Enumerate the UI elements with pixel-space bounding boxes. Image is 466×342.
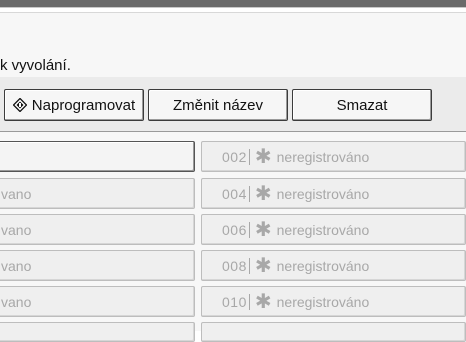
slot-left-1[interactable] (0, 141, 195, 172)
asterisk-icon: ✱ (254, 254, 272, 277)
asterisk-icon: ✱ (254, 218, 272, 241)
slot-012[interactable] (201, 322, 466, 342)
slot-002[interactable]: 002 ✱ neregistrováno (201, 141, 466, 172)
slot-separator (248, 185, 250, 202)
slot-label: neregistrováno (276, 148, 370, 165)
slot-separator (248, 221, 250, 238)
rename-button-label: Změnit název (172, 96, 264, 114)
slot-number: 008 (222, 257, 247, 274)
slot-number: 006 (222, 221, 247, 238)
slot-label: neregistrováno (276, 221, 370, 238)
slot-left-4[interactable]: vano (0, 250, 195, 281)
top-bar (0, 0, 466, 7)
top-bar-edge (0, 7, 466, 8)
slot-label: vano (1, 257, 32, 274)
slot-separator (248, 148, 250, 165)
slot-label: neregistrováno (276, 293, 370, 310)
slot-label: neregistrováno (276, 185, 370, 202)
delete-button-label: Smazat (336, 96, 388, 114)
program-diamond-icon (12, 98, 27, 112)
program-button-label: Naprogramovat (31, 96, 136, 114)
slot-label: vano (1, 293, 32, 310)
slot-separator (248, 293, 250, 310)
slot-number: 004 (222, 185, 247, 202)
asterisk-icon: ✱ (254, 145, 272, 168)
delete-button[interactable]: Smazat (292, 89, 432, 121)
slot-label: neregistrováno (276, 257, 370, 274)
slot-left-5[interactable]: vano (0, 286, 195, 317)
slot-number: 002 (222, 148, 247, 165)
slot-008[interactable]: 008 ✱ neregistrováno (201, 250, 466, 281)
slot-left-2[interactable]: vano (0, 178, 195, 209)
slot-left-3[interactable]: vano (0, 214, 195, 245)
asterisk-icon: ✱ (254, 290, 272, 313)
slot-separator (248, 257, 250, 274)
rename-button[interactable]: Změnit název (148, 89, 288, 121)
slot-number: 010 (222, 293, 247, 310)
asterisk-icon: ✱ (254, 182, 272, 205)
program-button[interactable]: Naprogramovat (4, 89, 144, 121)
slot-label: vano (1, 221, 32, 238)
toolbar-divider (0, 131, 466, 132)
slot-004[interactable]: 004 ✱ neregistrováno (201, 178, 466, 209)
slot-label: vano (1, 185, 32, 202)
slot-006[interactable]: 006 ✱ neregistrováno (201, 214, 466, 245)
slot-left-6[interactable] (0, 322, 195, 342)
slot-010[interactable]: 010 ✱ neregistrováno (201, 286, 466, 317)
